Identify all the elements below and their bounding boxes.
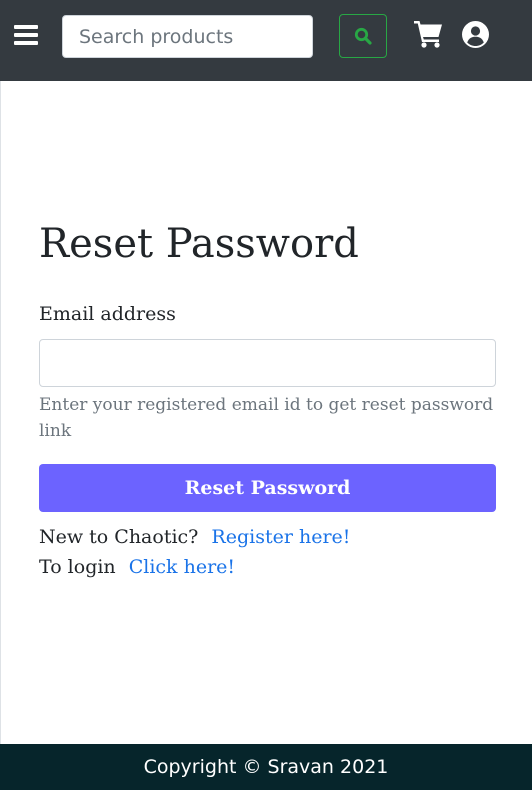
top-navbar xyxy=(0,0,532,81)
user-circle-icon[interactable] xyxy=(462,21,489,48)
hamburger-menu-icon[interactable] xyxy=(14,25,38,47)
copyright-text: Copyright © Sravan 2021 xyxy=(143,756,389,778)
shopping-cart-icon[interactable] xyxy=(413,20,443,48)
register-prompt: New to Chaotic? xyxy=(39,526,199,548)
login-line: To login Click here! xyxy=(39,554,235,580)
reset-password-button[interactable]: Reset Password xyxy=(39,464,496,512)
page-title: Reset Password xyxy=(39,221,359,267)
email-field[interactable] xyxy=(39,339,496,387)
footer: Copyright © Sravan 2021 xyxy=(0,744,532,790)
register-line: New to Chaotic? Register here! xyxy=(39,524,350,550)
register-link[interactable]: Register here! xyxy=(211,526,350,548)
content-left-border xyxy=(0,81,1,744)
login-link[interactable]: Click here! xyxy=(129,556,235,578)
email-help-text: Enter your registered email id to get re… xyxy=(39,395,494,441)
email-label: Email address xyxy=(39,303,176,325)
search-button[interactable] xyxy=(339,14,387,58)
search-input[interactable] xyxy=(62,15,313,58)
login-prompt: To login xyxy=(39,556,116,578)
search-icon xyxy=(354,27,372,45)
